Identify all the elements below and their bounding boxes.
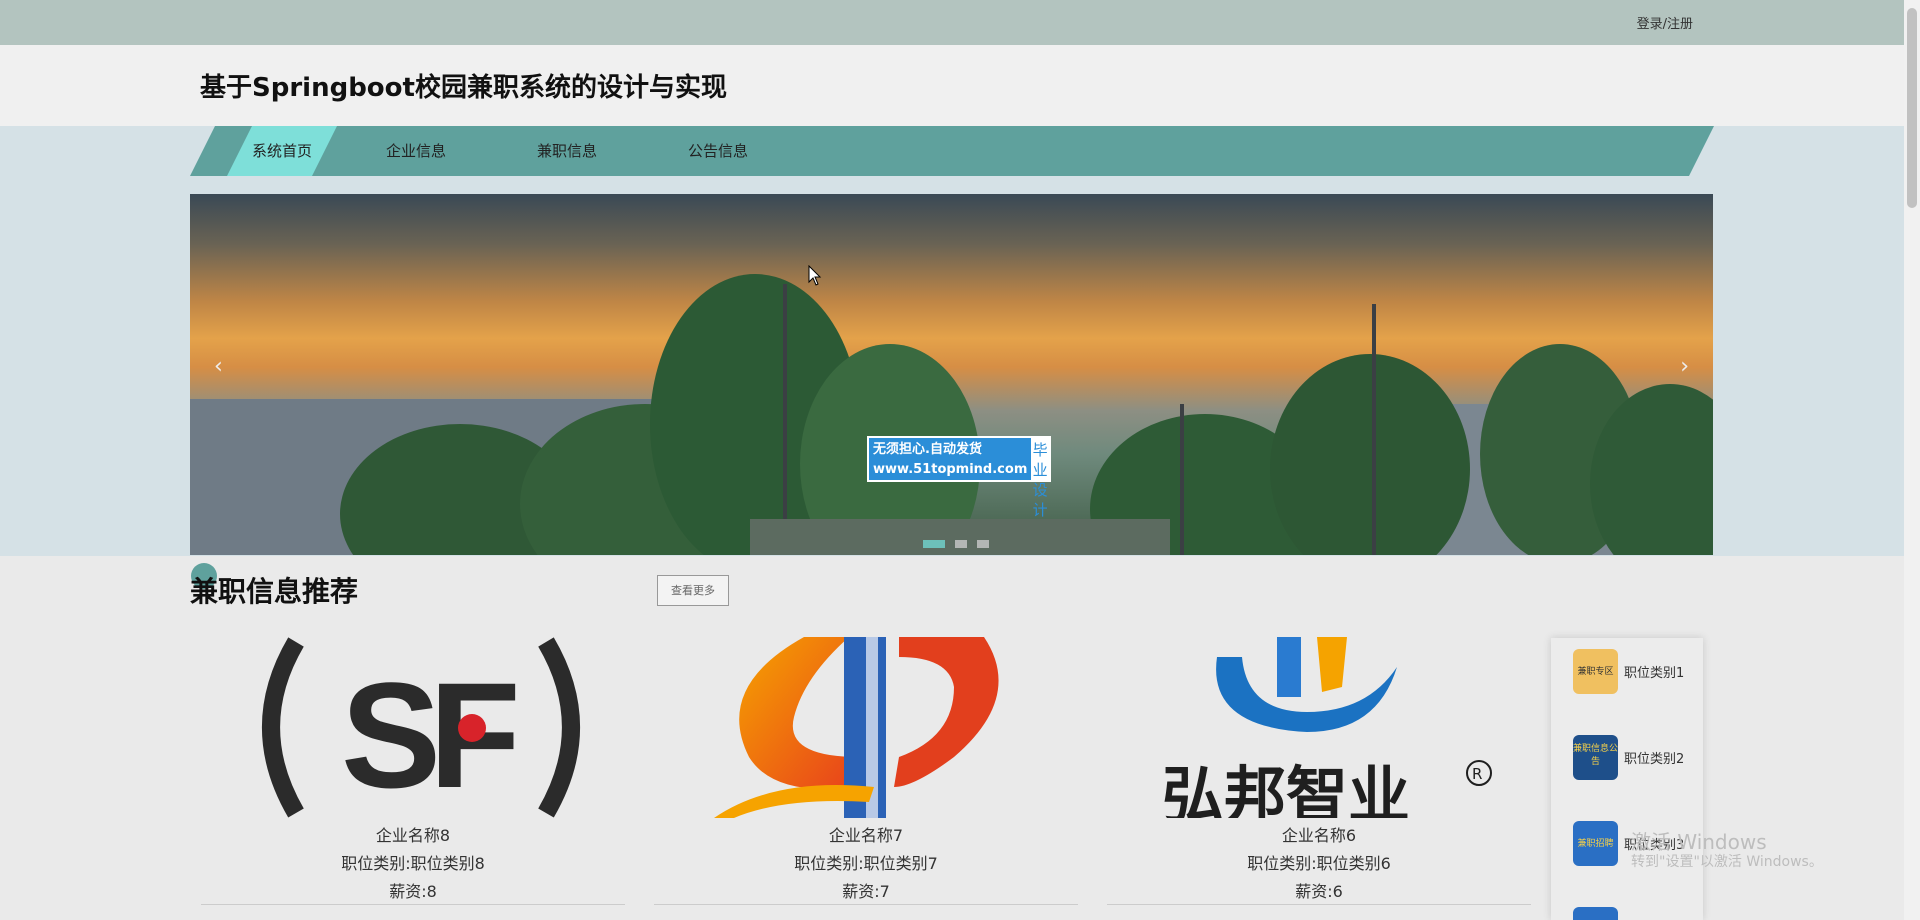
carousel-dot-3[interactable] <box>977 540 989 548</box>
carousel-dot-2[interactable] <box>955 540 967 548</box>
job-salary: 薪资:7 <box>842 882 890 901</box>
nav-item-companies[interactable]: 企业信息 <box>361 126 471 176</box>
logo-text: 弘邦智业 <box>1162 759 1410 818</box>
card-divider <box>201 904 625 905</box>
site-title: 基于Springboot校园兼职系统的设计与实现 <box>200 73 727 103</box>
company-logo-sf: S F <box>262 637 580 818</box>
nav-item-jobs[interactable]: 兼职信息 <box>512 126 622 176</box>
category-sidebar: 兼职专区 职位类别1 兼职信息公告 职位类别2 兼职招聘 职位类别3 <box>1551 638 1703 920</box>
company-name: 企业名称8 <box>375 826 451 845</box>
chevron-right-icon[interactable]: › <box>1680 354 1689 379</box>
job-card[interactable]: 企业名称7 职位类别:职位类别7 薪资:7 <box>654 637 1078 920</box>
sidebar-item-category-4[interactable] <box>1573 907 1703 920</box>
street-lamp <box>1372 304 1376 555</box>
banner-tree <box>1270 354 1470 555</box>
page-scrollbar[interactable] <box>1904 0 1920 920</box>
svg-text:S: S <box>341 651 441 818</box>
site-header: 基于Springboot校园兼职系统的设计与实现 <box>0 45 1904 126</box>
job-category: 职位类别:职位类别8 <box>341 854 485 873</box>
job-category: 职位类别:职位类别6 <box>1247 854 1391 873</box>
nav-item-notices[interactable]: 公告信息 <box>663 126 773 176</box>
scrollbar-thumb[interactable] <box>1907 8 1917 208</box>
category-thumbnail: 兼职专区 <box>1573 649 1618 694</box>
job-card[interactable]: 弘邦智业 R 企业名称6 职位类别:职位类别6 薪资:6 <box>1107 637 1531 920</box>
login-register-link[interactable]: 登录/注册 <box>1637 13 1693 32</box>
section-title: 兼职信息推荐 <box>190 575 359 608</box>
view-more-button[interactable]: 查看更多 <box>657 575 729 606</box>
category-label: 职位类别2 <box>1624 752 1685 767</box>
job-salary: 薪资:8 <box>389 882 437 901</box>
watermark-logo: 无须担心.自动发货 www.51topmind.com 毕业设计 <box>867 436 1051 519</box>
job-salary: 薪资:6 <box>1295 882 1343 901</box>
svg-text:R: R <box>1472 765 1482 783</box>
category-thumbnail: 兼职招聘 <box>1573 821 1618 866</box>
carousel-dot-1[interactable] <box>923 540 945 548</box>
sidebar-item-category-1[interactable]: 兼职专区 职位类别1 <box>1573 649 1703 694</box>
card-divider <box>654 904 1078 905</box>
banner-road <box>750 519 1170 555</box>
windows-activation-hint: 转到"设置"以激活 Windows。 <box>1631 854 1823 870</box>
job-card[interactable]: S F 企业名称8 职位类别:职位类别8 薪资:8 <box>201 637 625 920</box>
mouse-cursor-icon <box>808 265 822 286</box>
street-lamp <box>1180 404 1184 555</box>
job-category: 职位类别:职位类别7 <box>794 854 938 873</box>
company-name: 企业名称7 <box>828 826 904 845</box>
sidebar-item-category-2[interactable]: 兼职信息公告 职位类别2 <box>1573 735 1703 780</box>
category-label: 职位类别1 <box>1624 666 1685 681</box>
card-divider <box>1107 904 1531 905</box>
company-logo-swirl <box>714 637 999 818</box>
top-bar: 登录/注册 <box>0 0 1920 45</box>
street-lamp <box>783 284 787 555</box>
watermark-text: 无须担心.自动发货 www.51topmind.com <box>873 442 1028 477</box>
carousel-indicators <box>923 540 989 548</box>
banner-carousel[interactable]: ‹ › 无须担心.自动发货 www.51topmind.com 毕业设计 <box>190 194 1713 555</box>
company-logo-hongbang: 弘邦智业 R <box>1162 637 1492 818</box>
watermark-badge: 毕业设计 <box>1031 438 1049 519</box>
category-thumbnail: 兼职信息公告 <box>1573 735 1618 780</box>
chevron-left-icon[interactable]: ‹ <box>214 354 223 379</box>
main-nav: 系统首页 企业信息 兼职信息 公告信息 <box>190 126 1714 176</box>
category-thumbnail <box>1573 907 1618 920</box>
company-name: 企业名称6 <box>1281 826 1357 845</box>
